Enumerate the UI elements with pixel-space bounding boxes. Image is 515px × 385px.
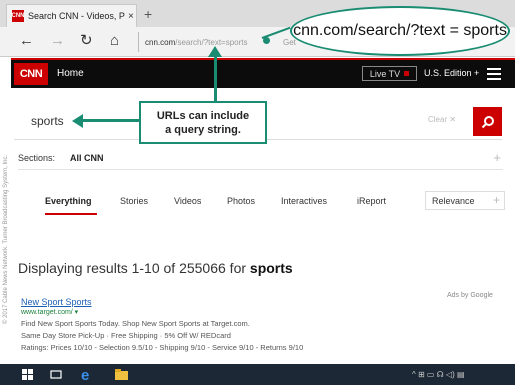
tab-videos[interactable]: Videos [174, 196, 201, 206]
hamburger-menu-icon[interactable] [487, 68, 501, 80]
ad-title-link[interactable]: New Sport Sports [21, 297, 451, 307]
sort-plus-icon: + [492, 193, 500, 207]
results-summary: Displaying results 1-10 of 255066 for sp… [18, 260, 293, 276]
tab-close-icon[interactable]: × [128, 11, 134, 22]
ads-by-google[interactable]: Ads by Google [447, 292, 493, 299]
ad-result: New Sport Sports www.target.com/ ▾ Find … [21, 297, 451, 352]
file-explorer-icon[interactable] [114, 368, 129, 381]
active-tab-indicator [45, 213, 97, 215]
clear-search-button[interactable]: Clear ✕ [428, 115, 456, 124]
system-tray[interactable]: ^ ⊞ ▭ ☊ ◁) ▤ [412, 370, 465, 379]
live-tv-button[interactable]: Live TV [362, 66, 417, 81]
query-string-note: URLs can include a query string. [139, 101, 267, 144]
ad-line-3: Ratings: Prices 10/10 - Selection 9.5/10… [21, 343, 304, 352]
callout-dot [263, 37, 270, 44]
copyright-credit: © 2017 Cable News Network. Turner Broadc… [3, 154, 9, 324]
search-input[interactable]: sports [31, 114, 64, 128]
ad-line-1: Find New Sport Sports Today. Shop New Sp… [21, 319, 250, 328]
note-line-1: URLs can include [156, 109, 250, 122]
refresh-icon[interactable]: ↻ [80, 33, 93, 49]
edition-selector[interactable]: U.S. Edition + [424, 68, 479, 78]
tab-stories[interactable]: Stories [120, 196, 148, 206]
task-view-icon[interactable] [50, 369, 62, 380]
ad-url[interactable]: www.target.com/ ▾ [21, 308, 451, 316]
home-link[interactable]: Home [57, 68, 84, 79]
result-type-tabs: Everything Stories Videos Photos Interac… [20, 191, 505, 216]
note-arrow-left-icon [72, 114, 83, 128]
callout-arrow-up-icon [208, 46, 222, 57]
cnn-header: CNN Home Live TV U.S. Edition + [11, 58, 515, 88]
forward-arrow-icon[interactable]: → [50, 33, 65, 49]
new-tab-button[interactable]: + [144, 6, 152, 22]
home-icon[interactable]: ⌂ [110, 33, 119, 49]
tab-ireport[interactable]: iReport [357, 196, 386, 206]
cnn-logo[interactable]: CNN [14, 63, 48, 85]
windows-start-icon[interactable] [22, 369, 33, 380]
tab-interactives[interactable]: Interactives [281, 196, 327, 206]
search-icon [481, 115, 494, 128]
edge-browser-icon[interactable]: e [80, 367, 95, 382]
note-line-2: a query string. [165, 123, 241, 136]
results-query: sports [249, 260, 293, 276]
sort-label: Relevance [432, 195, 475, 206]
back-arrow-icon[interactable]: ← [19, 33, 34, 49]
windows-taskbar: e ^ ⊞ ▭ ☊ ◁) ▤ [0, 364, 515, 385]
address-host: cnn.com [145, 37, 176, 47]
results-prefix: Displaying results 1-10 of 255066 for [18, 260, 250, 276]
live-tv-label: Live TV [369, 68, 401, 79]
tab-everything[interactable]: Everything [45, 196, 92, 206]
browser-tab[interactable]: CNN Search CNN - Videos, P × [6, 4, 137, 27]
svg-text:e: e [81, 367, 89, 382]
sections-value[interactable]: All CNN [70, 153, 104, 163]
tab-photos[interactable]: Photos [227, 196, 255, 206]
url-callout-text: cnn.com/search/?text = sports [293, 22, 507, 39]
url-callout-bubble: cnn.com/search/?text = sports [290, 6, 510, 56]
sections-filter: Sections: All CNN + [18, 150, 503, 170]
sections-plus-icon[interactable]: + [493, 150, 501, 165]
live-indicator-icon [404, 71, 410, 76]
note-arrow-shaft [82, 119, 140, 122]
cnn-favicon-icon: CNN [12, 10, 25, 22]
ad-line-2: Same Day Store Pick-Up · Free Shipping ·… [21, 331, 231, 340]
search-button[interactable] [473, 107, 502, 136]
sections-label: Sections: [18, 153, 56, 163]
tab-title: Search CNN - Videos, P [28, 11, 125, 21]
callout-arrow-shaft [214, 55, 217, 102]
sort-relevance-dropdown[interactable]: Relevance + [425, 191, 505, 210]
